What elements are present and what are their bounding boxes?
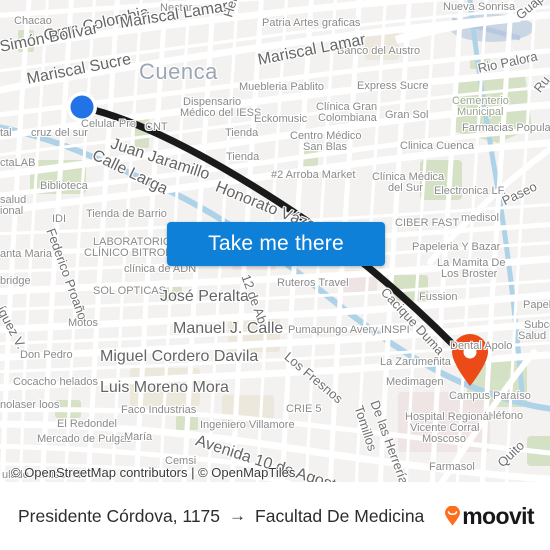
trip-summary: Presidente Córdova, 1175 → Facultad De M… [18, 506, 444, 527]
moovit-logo[interactable]: moovit [444, 502, 535, 529]
destination-pin-hole [463, 345, 477, 359]
map-canvas[interactable]: Chacao Gran Colombia Simón Bolívar Mariscal… [0, 0, 550, 482]
moovit-trip-map-screen: Chacao Gran Colombia Simón Bolívar Mariscal… [0, 0, 550, 550]
origin-dot [70, 95, 94, 119]
moovit-pin-icon [445, 506, 461, 526]
origin-dot-group [67, 92, 97, 122]
trip-destination-label: Facultad De Medicina [255, 505, 425, 526]
take-me-there-button[interactable]: Take me there [167, 222, 385, 266]
trip-arrow-icon: → [229, 506, 247, 525]
map-attribution: © OpenStreetMap contributors | © OpenMap… [11, 465, 296, 480]
moovit-wordmark: moovit [462, 502, 534, 529]
trip-origin-label: Presidente Córdova, 1175 [18, 505, 221, 526]
trip-footer: Presidente Córdova, 1175 → Facultad De M… [0, 482, 550, 550]
